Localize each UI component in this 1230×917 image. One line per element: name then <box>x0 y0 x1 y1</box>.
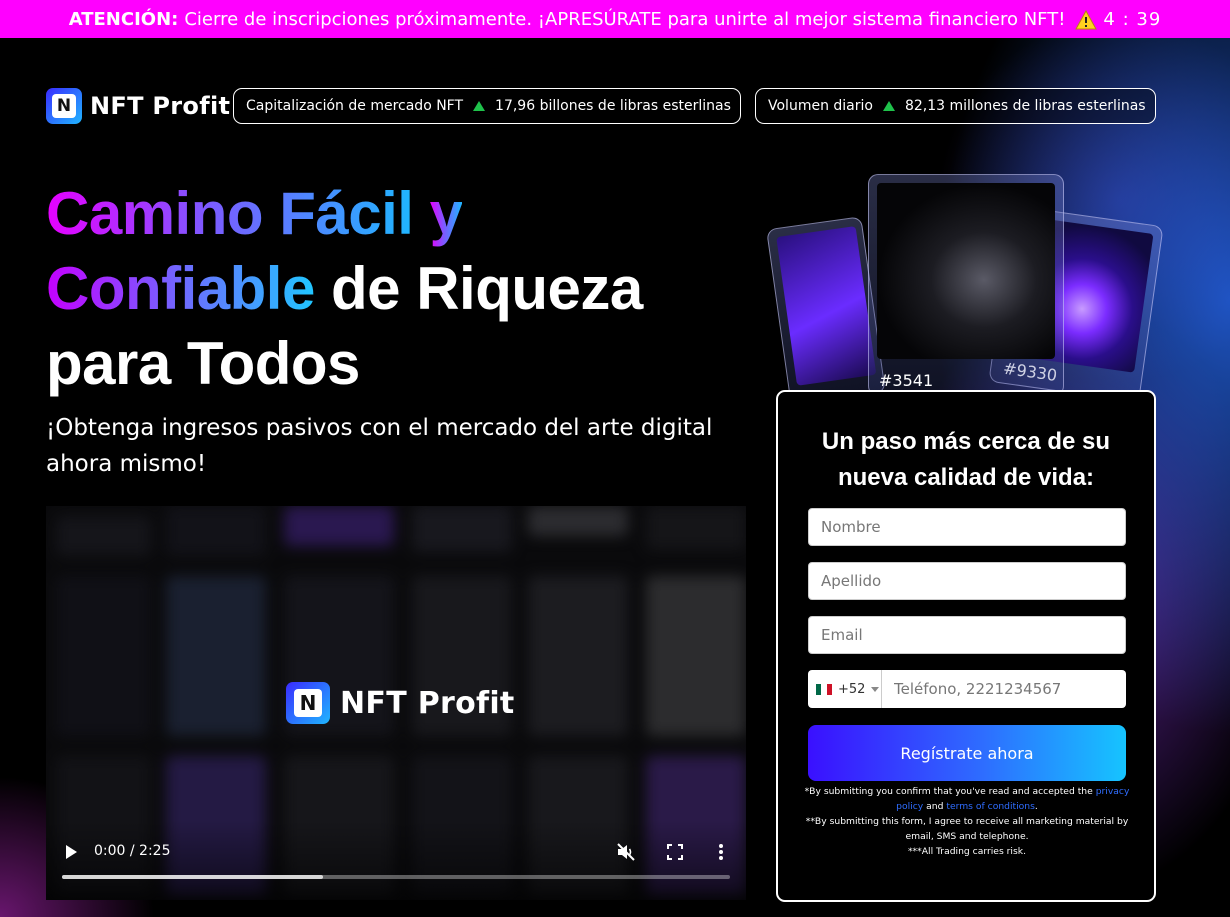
nft-art-silk <box>877 183 1055 359</box>
video-time: 0:00 / 2:25 <box>94 843 171 859</box>
legal-disclaimer: *By submitting you confirm that you've r… <box>802 784 1132 859</box>
daily-volume-value: 82,13 millones de libras esterlinas <box>904 98 1146 114</box>
terms-link[interactable]: terms of conditions <box>946 801 1035 812</box>
hero-title-part1: Camino Fácil <box>46 180 414 247</box>
more-options-button[interactable] <box>711 840 731 864</box>
up-arrow-icon <box>882 101 895 111</box>
hero-title-part3: Confiable <box>46 255 315 322</box>
header-logo[interactable]: N NFT Profit <box>46 88 230 124</box>
form-title-line1: Un paso más cerca de su <box>821 428 1111 455</box>
logo-letter: N <box>52 94 76 118</box>
email-input[interactable] <box>808 616 1126 654</box>
market-cap-label: Capitalización de mercado NFT <box>246 98 464 114</box>
alert-lead: ATENCIÓN: <box>68 8 179 30</box>
mute-button[interactable] <box>614 840 638 864</box>
video-logo: N NFT Profit <box>286 682 515 724</box>
legal-text-1: *By submitting you confirm that you've r… <box>804 786 1093 797</box>
phone-field: +52 <box>808 670 1126 708</box>
video-brand-name: NFT Profit <box>340 685 515 721</box>
registration-form: Un paso más cerca de su nueva calidad de… <box>776 390 1156 902</box>
register-button[interactable]: Regístrate ahora <box>808 725 1126 781</box>
chevron-down-icon <box>871 686 880 692</box>
muted-speaker-icon <box>617 843 635 861</box>
form-title: Un paso más cerca de su nueva calidad de… <box>778 424 1154 496</box>
market-cap-value: 17,96 billones de libras esterlinas <box>495 98 731 114</box>
video-buffered <box>62 875 323 879</box>
logo-letter: N <box>294 689 322 717</box>
hero-subtitle: ¡Obtenga ingresos pasivos con el mercado… <box>46 415 713 477</box>
market-cap-pill: Capitalización de mercado NFT 17,96 bill… <box>233 88 741 124</box>
video-controls <box>46 820 746 900</box>
country-code: +52 <box>838 681 866 697</box>
up-arrow-icon <box>473 101 486 111</box>
fullscreen-icon <box>667 844 683 860</box>
form-title-line2: nueva calidad de vida: <box>837 464 1095 491</box>
countdown-timer: 4 : 39 <box>1103 8 1162 30</box>
promo-video[interactable]: N NFT Profit 0:00 / 2:25 <box>46 506 746 900</box>
logo-icon: N <box>286 682 330 724</box>
hero-title-part4: de Riqueza <box>331 255 643 322</box>
country-code-select[interactable]: +52 <box>808 670 882 708</box>
brand-name: NFT Profit <box>90 92 231 120</box>
phone-input[interactable] <box>882 670 1126 708</box>
mexico-flag-icon <box>816 683 832 695</box>
logo-icon: N <box>46 88 82 124</box>
play-icon <box>66 845 77 859</box>
landing-page: ATENCIÓN: Cierre de inscripciones próxim… <box>0 0 1230 917</box>
nft-number-middle: #3541 <box>879 371 934 390</box>
first-name-input[interactable] <box>808 508 1126 546</box>
legal-text-and: and <box>926 801 944 812</box>
announcement-bar: ATENCIÓN: Cierre de inscripciones próxim… <box>0 0 1230 38</box>
nft-art-wave <box>776 226 877 386</box>
video-progress-bar[interactable] <box>62 875 730 879</box>
legal-text-2: **By submitting this form, I agree to re… <box>805 816 1129 842</box>
more-vertical-icon <box>719 844 723 860</box>
legal-text-3: ***All Trading carries risk. <box>907 846 1027 857</box>
last-name-input[interactable] <box>808 562 1126 600</box>
nft-card-middle: #3541 <box>868 174 1064 396</box>
hero-title-part2: y <box>429 180 463 247</box>
legal-text-period: . <box>1034 801 1038 812</box>
hero-title: Camino Fácil y Confiable de Riqueza para… <box>46 176 746 401</box>
warning-icon <box>1075 9 1098 30</box>
daily-volume-pill: Volumen diario 82,13 millones de libras … <box>755 88 1156 124</box>
fullscreen-button[interactable] <box>663 840 687 864</box>
alert-message: Cierre de inscripciones próximamente. ¡A… <box>184 8 1066 30</box>
play-button[interactable] <box>60 841 82 863</box>
hero-title-part5: para Todos <box>46 330 360 397</box>
daily-volume-label: Volumen diario <box>768 98 873 114</box>
